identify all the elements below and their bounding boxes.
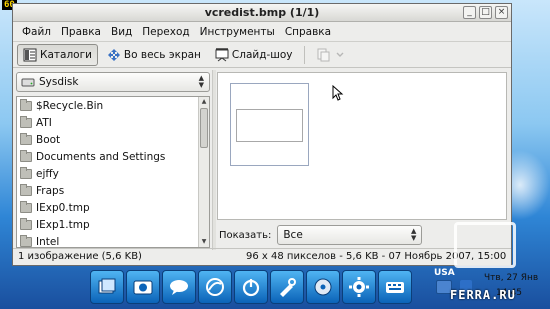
toolbar: Каталоги Во весь экран Слайд-шоу <box>13 42 511 68</box>
ferra-logo-icon <box>454 222 516 268</box>
combo-arrows-icon: ▲ ▼ <box>198 74 204 89</box>
location-combo[interactable]: Sysdisk ▲ ▼ <box>16 72 210 92</box>
folder-panel: Sysdisk ▲ ▼ $Recycle.Bin ATI Boot Documen… <box>16 72 210 248</box>
location-value: Sysdisk <box>39 76 79 88</box>
folder-name: IExp0.tmp <box>36 201 90 214</box>
list-item[interactable]: Intel <box>17 233 209 248</box>
list-item[interactable]: Fraps <box>17 182 209 199</box>
fullscreen-icon <box>107 48 120 61</box>
list-item[interactable]: Documents and Settings <box>17 148 209 165</box>
folder-icon <box>20 149 32 162</box>
menu-tools[interactable]: Инструменты <box>195 26 280 38</box>
menu-edit[interactable]: Правка <box>56 26 106 38</box>
folder-icon <box>20 98 32 111</box>
drive-icon <box>21 78 35 87</box>
taskbar-keyboard-icon[interactable] <box>378 270 412 304</box>
window-controls: _ □ × <box>463 6 508 19</box>
copy-button[interactable] <box>311 44 352 66</box>
filter-value: Все <box>283 229 303 241</box>
folder-icon <box>20 200 32 213</box>
taskbar: USA Чтв, 27 Янв 14:45 <box>90 268 538 306</box>
mouse-cursor-icon <box>332 85 344 101</box>
status-count: 1 изображение (5,6 KB) <box>18 251 142 262</box>
taskbar-files-icon[interactable] <box>90 270 124 304</box>
toolbar-separator <box>303 45 305 64</box>
folder-icon <box>20 183 32 196</box>
filter-select[interactable]: Все ▲ ▼ <box>277 225 423 245</box>
minimize-button[interactable]: _ <box>463 6 476 19</box>
menu-go[interactable]: Переход <box>137 26 194 38</box>
copy-icon <box>317 48 330 61</box>
pane-splitter[interactable] <box>212 70 216 250</box>
list-item[interactable]: Boot <box>17 131 209 148</box>
content-area: Sysdisk ▲ ▼ $Recycle.Bin ATI Boot Documen… <box>13 70 511 250</box>
ferra-watermark: FERRA.RU <box>448 222 548 306</box>
list-item[interactable]: ejffy <box>17 165 209 182</box>
slideshow-icon <box>215 47 229 61</box>
fullscreen-button[interactable]: Во весь экран <box>102 44 206 66</box>
menu-bar: Файл Правка Вид Переход Инструменты Спра… <box>13 22 511 42</box>
folder-name: Boot <box>36 133 61 146</box>
close-button[interactable]: × <box>495 6 508 19</box>
title-bar[interactable]: vcredist.bmp (1/1) _ □ × <box>13 4 511 22</box>
filter-label: Показать: <box>219 229 272 241</box>
list-item[interactable]: $Recycle.Bin <box>17 97 209 114</box>
slideshow-button[interactable]: Слайд-шоу <box>210 44 298 66</box>
scroll-down-icon[interactable]: ▼ <box>199 237 209 247</box>
menu-view[interactable]: Вид <box>106 26 137 38</box>
taskbar-photos-icon[interactable] <box>126 270 160 304</box>
image-thumbnail[interactable] <box>230 83 309 166</box>
thumbnail-area <box>217 72 507 220</box>
list-item[interactable]: ATI <box>17 114 209 131</box>
folder-name: ejffy <box>36 167 59 180</box>
scroll-thumb[interactable] <box>200 108 208 148</box>
catalogs-icon <box>23 48 37 61</box>
folder-name: IExp1.tmp <box>36 218 90 231</box>
folder-name: Documents and Settings <box>36 150 166 163</box>
fullscreen-label: Во весь экран <box>123 48 201 61</box>
taskbar-gear-icon[interactable] <box>342 270 376 304</box>
select-arrows-icon: ▲ ▼ <box>410 227 417 242</box>
maximize-button[interactable]: □ <box>479 6 492 19</box>
chevron-down-icon <box>336 52 344 57</box>
folder-name: ATI <box>36 116 52 129</box>
folder-name: Fraps <box>36 184 65 197</box>
taskbar-power-icon[interactable] <box>234 270 268 304</box>
thumbnail-image <box>236 109 303 142</box>
image-viewer-window: vcredist.bmp (1/1) _ □ × Файл Правка Вид… <box>12 3 512 266</box>
window-title: vcredist.bmp (1/1) <box>204 6 320 19</box>
folder-name: Intel <box>36 235 60 248</box>
scroll-up-icon[interactable]: ▲ <box>199 97 209 107</box>
taskbar-internet-icon[interactable] <box>198 270 232 304</box>
watermark-text: FERRA.RU <box>450 288 516 302</box>
slideshow-label: Слайд-шоу <box>231 48 293 61</box>
taskbar-settings-icon[interactable] <box>270 270 304 304</box>
list-item[interactable]: IExp0.tmp <box>17 199 209 216</box>
menu-help[interactable]: Справка <box>280 26 336 38</box>
folder-icon <box>20 217 32 230</box>
folder-icon <box>20 115 32 128</box>
folder-name: $Recycle.Bin <box>36 99 104 112</box>
list-item[interactable]: IExp1.tmp <box>17 216 209 233</box>
folder-icon <box>20 166 32 179</box>
catalogs-label: Каталоги <box>40 48 92 61</box>
status-bar: 1 изображение (5,6 KB) 96 x 48 пикселов … <box>13 248 511 265</box>
catalogs-button[interactable]: Каталоги <box>17 43 98 66</box>
taskbar-chat-icon[interactable] <box>162 270 196 304</box>
folder-scrollbar[interactable]: ▲ ▼ <box>198 97 209 247</box>
taskbar-disk-icon[interactable] <box>306 270 340 304</box>
menu-file[interactable]: Файл <box>17 26 56 38</box>
folder-list: $Recycle.Bin ATI Boot Documents and Sett… <box>16 96 210 248</box>
folder-icon <box>20 132 32 145</box>
folder-icon <box>20 234 32 247</box>
